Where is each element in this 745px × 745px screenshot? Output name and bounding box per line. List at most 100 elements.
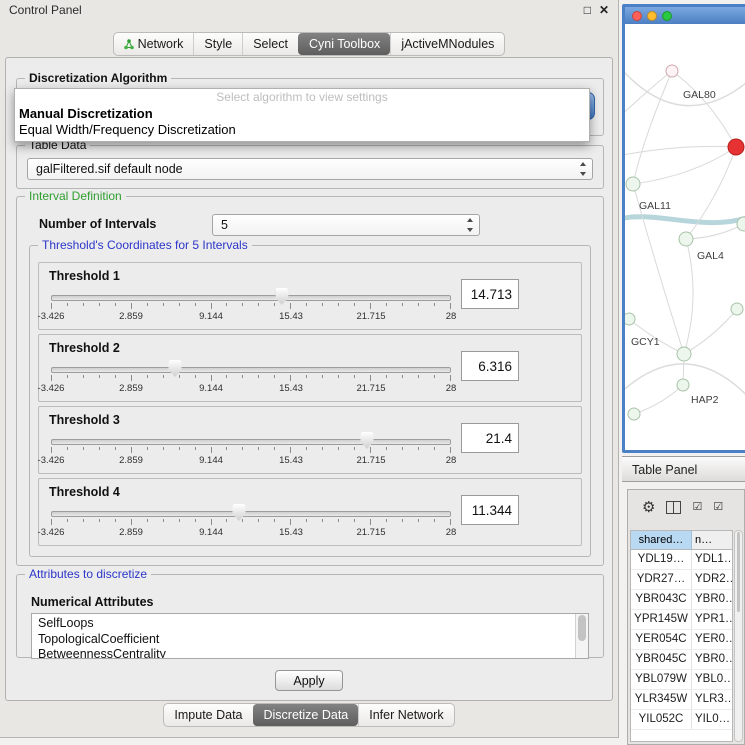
table-row[interactable]: YBL079WYBL0… — [631, 670, 732, 690]
table-cell: YPR1… — [692, 610, 732, 629]
list-item[interactable]: SelfLoops — [38, 616, 574, 632]
network-node[interactable] — [628, 408, 640, 420]
dropdown-option-manual-discretization[interactable]: Manual Discretization — [15, 106, 589, 122]
list-item[interactable]: TopologicalCoefficient — [38, 632, 574, 648]
threshold-value-field[interactable]: 14.713 — [461, 279, 519, 309]
network-edge — [633, 147, 736, 184]
numerical-attributes-listbox[interactable]: SelfLoopsTopologicalCoefficientBetweenne… — [31, 613, 589, 659]
network-edge — [686, 147, 736, 239]
threshold-slider[interactable]: -3.4262.8599.14415.4321.71528 — [51, 289, 451, 325]
slider-track[interactable] — [51, 367, 451, 373]
threshold-label: Threshold 3 — [49, 413, 120, 427]
number-of-intervals-value: 5 — [221, 218, 228, 232]
table-cell: YIL0… — [692, 710, 732, 729]
network-node-label: GCY1 — [631, 336, 660, 348]
slider-track[interactable] — [51, 511, 451, 517]
tab-network[interactable]: Network — [114, 33, 194, 55]
apply-button[interactable]: Apply — [275, 670, 343, 691]
slider-tick-labels: -3.4262.8599.14415.4321.71528 — [51, 527, 451, 538]
column-header[interactable]: shared… — [631, 531, 692, 549]
table-cell: YER054C — [631, 630, 692, 649]
network-edge — [633, 71, 672, 184]
tab-label: Network — [138, 37, 184, 51]
restore-icon[interactable]: □ — [584, 0, 591, 20]
checkbox-icon[interactable]: ☑ — [713, 502, 723, 513]
number-of-intervals-label: Number of Intervals — [39, 217, 156, 231]
column-header[interactable]: n… — [692, 531, 732, 549]
slider-tick-labels: -3.4262.8599.14415.4321.71528 — [51, 383, 451, 394]
network-node[interactable] — [677, 347, 691, 361]
table-data-value: galFiltered.sif default node — [36, 162, 183, 176]
number-of-intervals-combobox[interactable]: 5 — [212, 214, 480, 236]
gear-icon[interactable]: ⚙ — [642, 500, 655, 515]
list-item[interactable]: BetweennessCentrality — [38, 647, 574, 659]
slider-track[interactable] — [51, 439, 451, 445]
threshold-slider[interactable]: -3.4262.8599.14415.4321.71528 — [51, 433, 451, 469]
network-node[interactable] — [677, 379, 689, 391]
traffic-light-zoom-icon[interactable] — [662, 11, 672, 21]
network-node[interactable] — [626, 177, 640, 191]
network-node[interactable] — [625, 313, 635, 325]
tab-style[interactable]: Style — [193, 33, 242, 55]
tab-label: Discretize Data — [264, 708, 349, 722]
checkbox-icon[interactable]: ☑ — [692, 502, 702, 513]
threshold-value-field[interactable]: 11.344 — [461, 495, 519, 525]
group-title: Discretization Algorithm — [25, 71, 171, 86]
bottom-tab-impute-data[interactable]: Impute Data — [164, 704, 252, 726]
threshold-value-field[interactable]: 21.4 — [461, 423, 519, 453]
table-row[interactable]: YER054CYER0… — [631, 630, 732, 650]
table-cell: YDL19… — [631, 550, 692, 569]
table-row[interactable]: YBR045CYBR0… — [631, 650, 732, 670]
network-node[interactable] — [666, 65, 678, 77]
network-node-label: GAL4 — [697, 250, 724, 262]
table-row[interactable]: YPR145WYPR1… — [631, 610, 732, 630]
threshold-slider[interactable]: -3.4262.8599.14415.4321.71528 — [51, 505, 451, 541]
table-data-combobox[interactable]: galFiltered.sif default node — [27, 158, 593, 180]
table-scrollbar[interactable] — [734, 530, 743, 742]
network-tab-icon — [124, 39, 134, 50]
group-title: Attributes to discretize — [25, 567, 151, 582]
dropdown-option-equal-width-frequency[interactable]: Equal Width/Frequency Discretization — [15, 122, 589, 138]
tab-cyni-toolbox[interactable]: Cyni Toolbox — [298, 33, 390, 55]
stepper-arrows-icon — [465, 217, 476, 233]
threshold-slider[interactable]: -3.4262.8599.14415.4321.71528 — [51, 361, 451, 397]
dropdown-placeholder: Select algorithm to view settings — [15, 89, 589, 106]
tab-jactivemnodules[interactable]: jActiveMNodules — [390, 33, 504, 55]
network-edge — [634, 385, 683, 414]
network-node[interactable] — [679, 232, 693, 246]
table-cell: YDR27… — [631, 570, 692, 589]
close-icon[interactable]: ✕ — [599, 0, 609, 20]
listbox-scrollbar[interactable] — [575, 614, 588, 658]
table-row[interactable]: YBR043CYBR0… — [631, 590, 732, 610]
algorithm-dropdown-popup: Select algorithm to view settings Manual… — [14, 88, 590, 142]
network-view-window[interactable]: GAL80GAL11GAL4GCY1HAP2 — [622, 4, 745, 453]
network-edge — [672, 71, 736, 147]
bottom-tab-discretize-data[interactable]: Discretize Data — [253, 704, 359, 726]
network-node[interactable] — [731, 303, 743, 315]
tab-label: Select — [253, 37, 288, 51]
network-canvas[interactable]: GAL80GAL11GAL4GCY1HAP2 — [625, 24, 745, 450]
traffic-light-minimize-icon[interactable] — [647, 11, 657, 21]
titlebar[interactable]: Control Panel □ ✕ — [0, 0, 618, 20]
slider-track[interactable] — [51, 295, 451, 301]
network-node[interactable] — [728, 139, 744, 155]
traffic-light-close-icon[interactable] — [632, 11, 642, 21]
control-panel-window: Control Panel □ ✕ Network Style Select Cyni… — [0, 0, 619, 738]
table-row[interactable]: YDR27…YDR2… — [631, 570, 732, 590]
table-row[interactable]: YDL19…YDL1… — [631, 550, 732, 570]
table-row[interactable]: YLR345WYLR3… — [631, 690, 732, 710]
threshold-row-1: Threshold 1-3.4262.8599.14415.4321.71528… — [38, 262, 582, 330]
table-row[interactable]: YIL052CYIL0… — [631, 710, 732, 730]
columns-icon[interactable] — [666, 501, 681, 514]
stepper-arrows-icon — [578, 161, 589, 177]
network-window-titlebar[interactable] — [625, 7, 745, 24]
table-cell: YDR2… — [692, 570, 732, 589]
threshold-value-field[interactable]: 6.316 — [461, 351, 519, 381]
table-cell: YPR145W — [631, 610, 692, 629]
slider-ticks — [51, 519, 451, 526]
network-edge — [684, 239, 693, 354]
threshold-row-3: Threshold 3 -3.4262.8599.14415.4321.71528… — [38, 406, 582, 474]
bottom-tab-infer-network[interactable]: Infer Network — [358, 704, 453, 726]
table-panel-header[interactable]: Table Panel — [622, 456, 745, 482]
tab-select[interactable]: Select — [242, 33, 298, 55]
